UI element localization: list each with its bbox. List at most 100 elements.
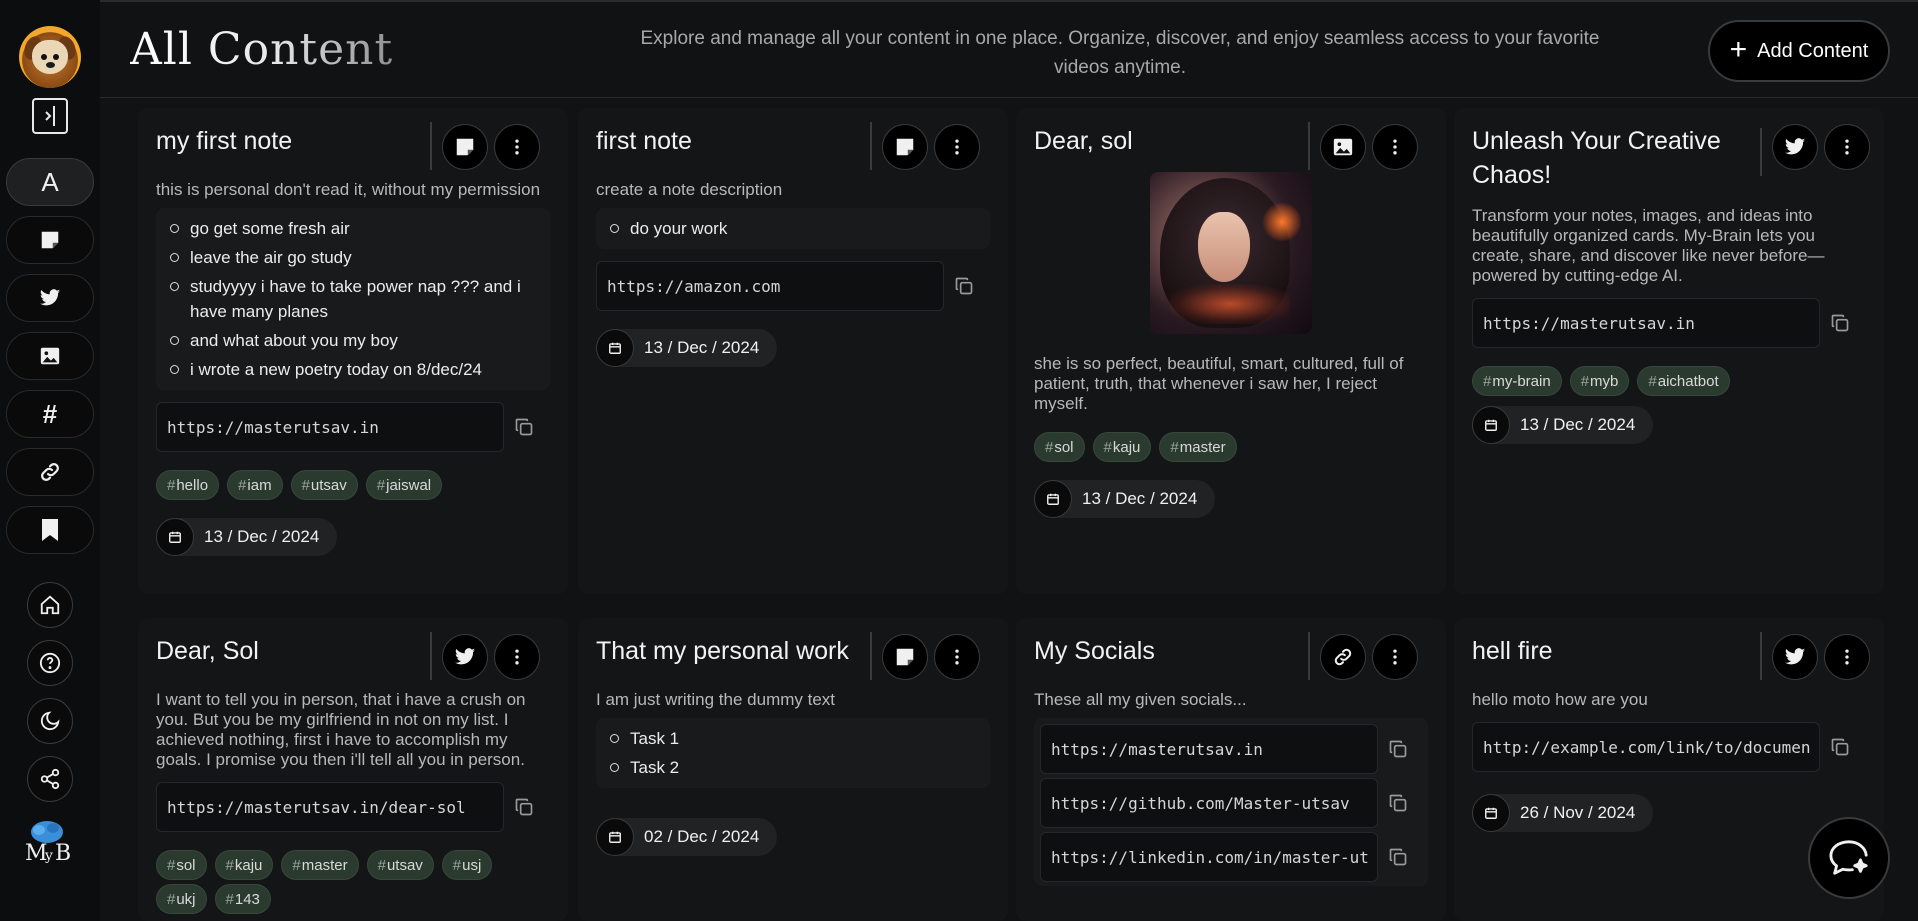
card-description: I am just writing the dummy text <box>596 690 836 709</box>
task-list: Task 1 Task 2 <box>596 718 990 788</box>
tag[interactable]: # kaju <box>1092 432 1152 462</box>
date-text: 13 / Dec / 2024 <box>204 527 320 546</box>
task-item: go get some fresh air <box>170 214 540 243</box>
card-more-button[interactable] <box>1824 124 1870 170</box>
card-type-button[interactable] <box>1320 634 1366 680</box>
card-type-button[interactable] <box>882 124 928 170</box>
card-type-button[interactable] <box>1772 124 1818 170</box>
home-button[interactable] <box>27 582 73 628</box>
more-vertical-icon <box>515 649 519 665</box>
link-field[interactable]: https://linkedin.com/in/master-ut <box>1040 832 1378 882</box>
tag[interactable]: # utsav <box>366 850 434 880</box>
card-title: My Socials <box>1034 637 1155 665</box>
card-description: this is personal don't read it, without … <box>156 180 541 199</box>
copy-button[interactable] <box>1386 737 1410 761</box>
card-type-button[interactable] <box>882 634 928 680</box>
content-card: My Socials These all my given socials...… <box>1016 618 1446 921</box>
link-field[interactable]: https://github.com/Master-utsav <box>1040 778 1378 828</box>
more-vertical-icon <box>1393 139 1397 155</box>
tag[interactable]: # aichatbot <box>1637 366 1730 396</box>
card-more-button[interactable] <box>934 634 980 680</box>
copy-button[interactable] <box>512 415 536 439</box>
theme-toggle-button[interactable] <box>27 698 73 744</box>
card-more-button[interactable] <box>494 634 540 680</box>
card-more-button[interactable] <box>1372 124 1418 170</box>
card-title: my first note <box>156 127 293 155</box>
tag[interactable]: # iam <box>227 470 283 500</box>
date-text: 26 / Nov / 2024 <box>1520 803 1636 822</box>
tag[interactable]: # master <box>1159 432 1237 462</box>
sidebar-item-tweets[interactable] <box>6 274 94 322</box>
sidebar-item-all[interactable]: A <box>6 158 94 206</box>
header: All Content Explore and manage all your … <box>100 0 1918 98</box>
tag[interactable]: # kaju <box>214 850 274 880</box>
tag[interactable]: # my-brain <box>1472 366 1562 396</box>
copy-icon <box>1831 314 1849 332</box>
card-title: Dear, sol <box>1034 127 1133 155</box>
note-icon <box>41 231 59 249</box>
svg-text:y: y <box>44 848 53 864</box>
content-card: That my personal work I am just writing … <box>578 618 1008 921</box>
task-list: do your work <box>596 208 990 249</box>
help-button[interactable] <box>27 640 73 686</box>
tag[interactable]: # hello <box>156 470 220 500</box>
content-card: Unleash Your Creative Chaos! Transform y… <box>1454 108 1884 594</box>
copy-button[interactable] <box>952 274 976 298</box>
tag[interactable]: # jaiswal <box>365 470 443 500</box>
user-avatar[interactable] <box>19 26 81 88</box>
card-type-button[interactable] <box>442 634 488 680</box>
twitter-icon <box>1784 648 1806 665</box>
link-field[interactable]: https://masterutsav.in <box>156 402 504 452</box>
copy-button[interactable] <box>1828 735 1852 759</box>
date-badge: 02 / Dec / 2024 <box>596 818 778 856</box>
card-more-button[interactable] <box>494 124 540 170</box>
copy-button[interactable] <box>1386 791 1410 815</box>
tag[interactable]: #143 <box>214 884 271 914</box>
chat-sparkle-icon <box>1829 840 1868 875</box>
link-field[interactable]: https://masterutsav.in <box>1040 724 1378 774</box>
copy-icon <box>1389 794 1407 812</box>
share-button[interactable] <box>27 756 73 802</box>
card-type-button[interactable] <box>1772 634 1818 680</box>
copy-button[interactable] <box>1828 311 1852 335</box>
ai-chat-button[interactable] <box>1808 817 1890 899</box>
tag[interactable]: # master <box>281 850 359 880</box>
share-icon <box>40 768 60 790</box>
task-item: Task 1 <box>610 724 980 753</box>
card-type-button[interactable] <box>442 124 488 170</box>
bookmark-icon <box>42 519 58 541</box>
more-vertical-icon <box>1393 649 1397 665</box>
tag[interactable]: # sol <box>1034 432 1085 462</box>
brand-logo: M y B <box>23 818 77 866</box>
more-vertical-icon <box>955 649 959 665</box>
tag[interactable]: # usj <box>441 850 493 880</box>
add-content-label: Add Content <box>1757 39 1869 62</box>
link-field[interactable]: https://masterutsav.in/dear-sol <box>156 782 504 832</box>
card-more-button[interactable] <box>1824 634 1870 680</box>
sidebar-toggle-button[interactable] <box>32 98 68 134</box>
tag[interactable]: # ukj <box>156 884 207 914</box>
sidebar-item-images[interactable] <box>6 332 94 380</box>
link-list: https://masterutsav.in https://github.co… <box>1034 718 1428 886</box>
sidebar-item-tags[interactable]: # <box>6 390 94 438</box>
sidebar-item-links[interactable] <box>6 448 94 496</box>
all-letter-icon: A <box>41 166 59 197</box>
link-field[interactable]: http://example.com/link/to/documen <box>1472 722 1820 772</box>
moon-icon <box>40 711 60 731</box>
sidebar-item-bookmarks[interactable] <box>6 506 94 554</box>
add-content-button[interactable]: + Add Content <box>1708 20 1890 82</box>
copy-button[interactable] <box>512 795 536 819</box>
card-more-button[interactable] <box>934 124 980 170</box>
card-type-button[interactable] <box>1320 124 1366 170</box>
card-more-button[interactable] <box>1372 634 1418 680</box>
link-field[interactable]: https://amazon.com <box>596 261 944 311</box>
card-image[interactable] <box>1150 172 1312 334</box>
tag[interactable]: # utsav <box>290 470 358 500</box>
sidebar-item-notes[interactable] <box>6 216 94 264</box>
tag[interactable]: # myb <box>1569 366 1630 396</box>
copy-button[interactable] <box>1386 845 1410 869</box>
task-item: do your work <box>610 214 980 243</box>
link-field[interactable]: https://masterutsav.in <box>1472 298 1820 348</box>
content-card: my first note this is personal don't rea… <box>138 108 568 594</box>
tag[interactable]: # sol <box>156 850 207 880</box>
